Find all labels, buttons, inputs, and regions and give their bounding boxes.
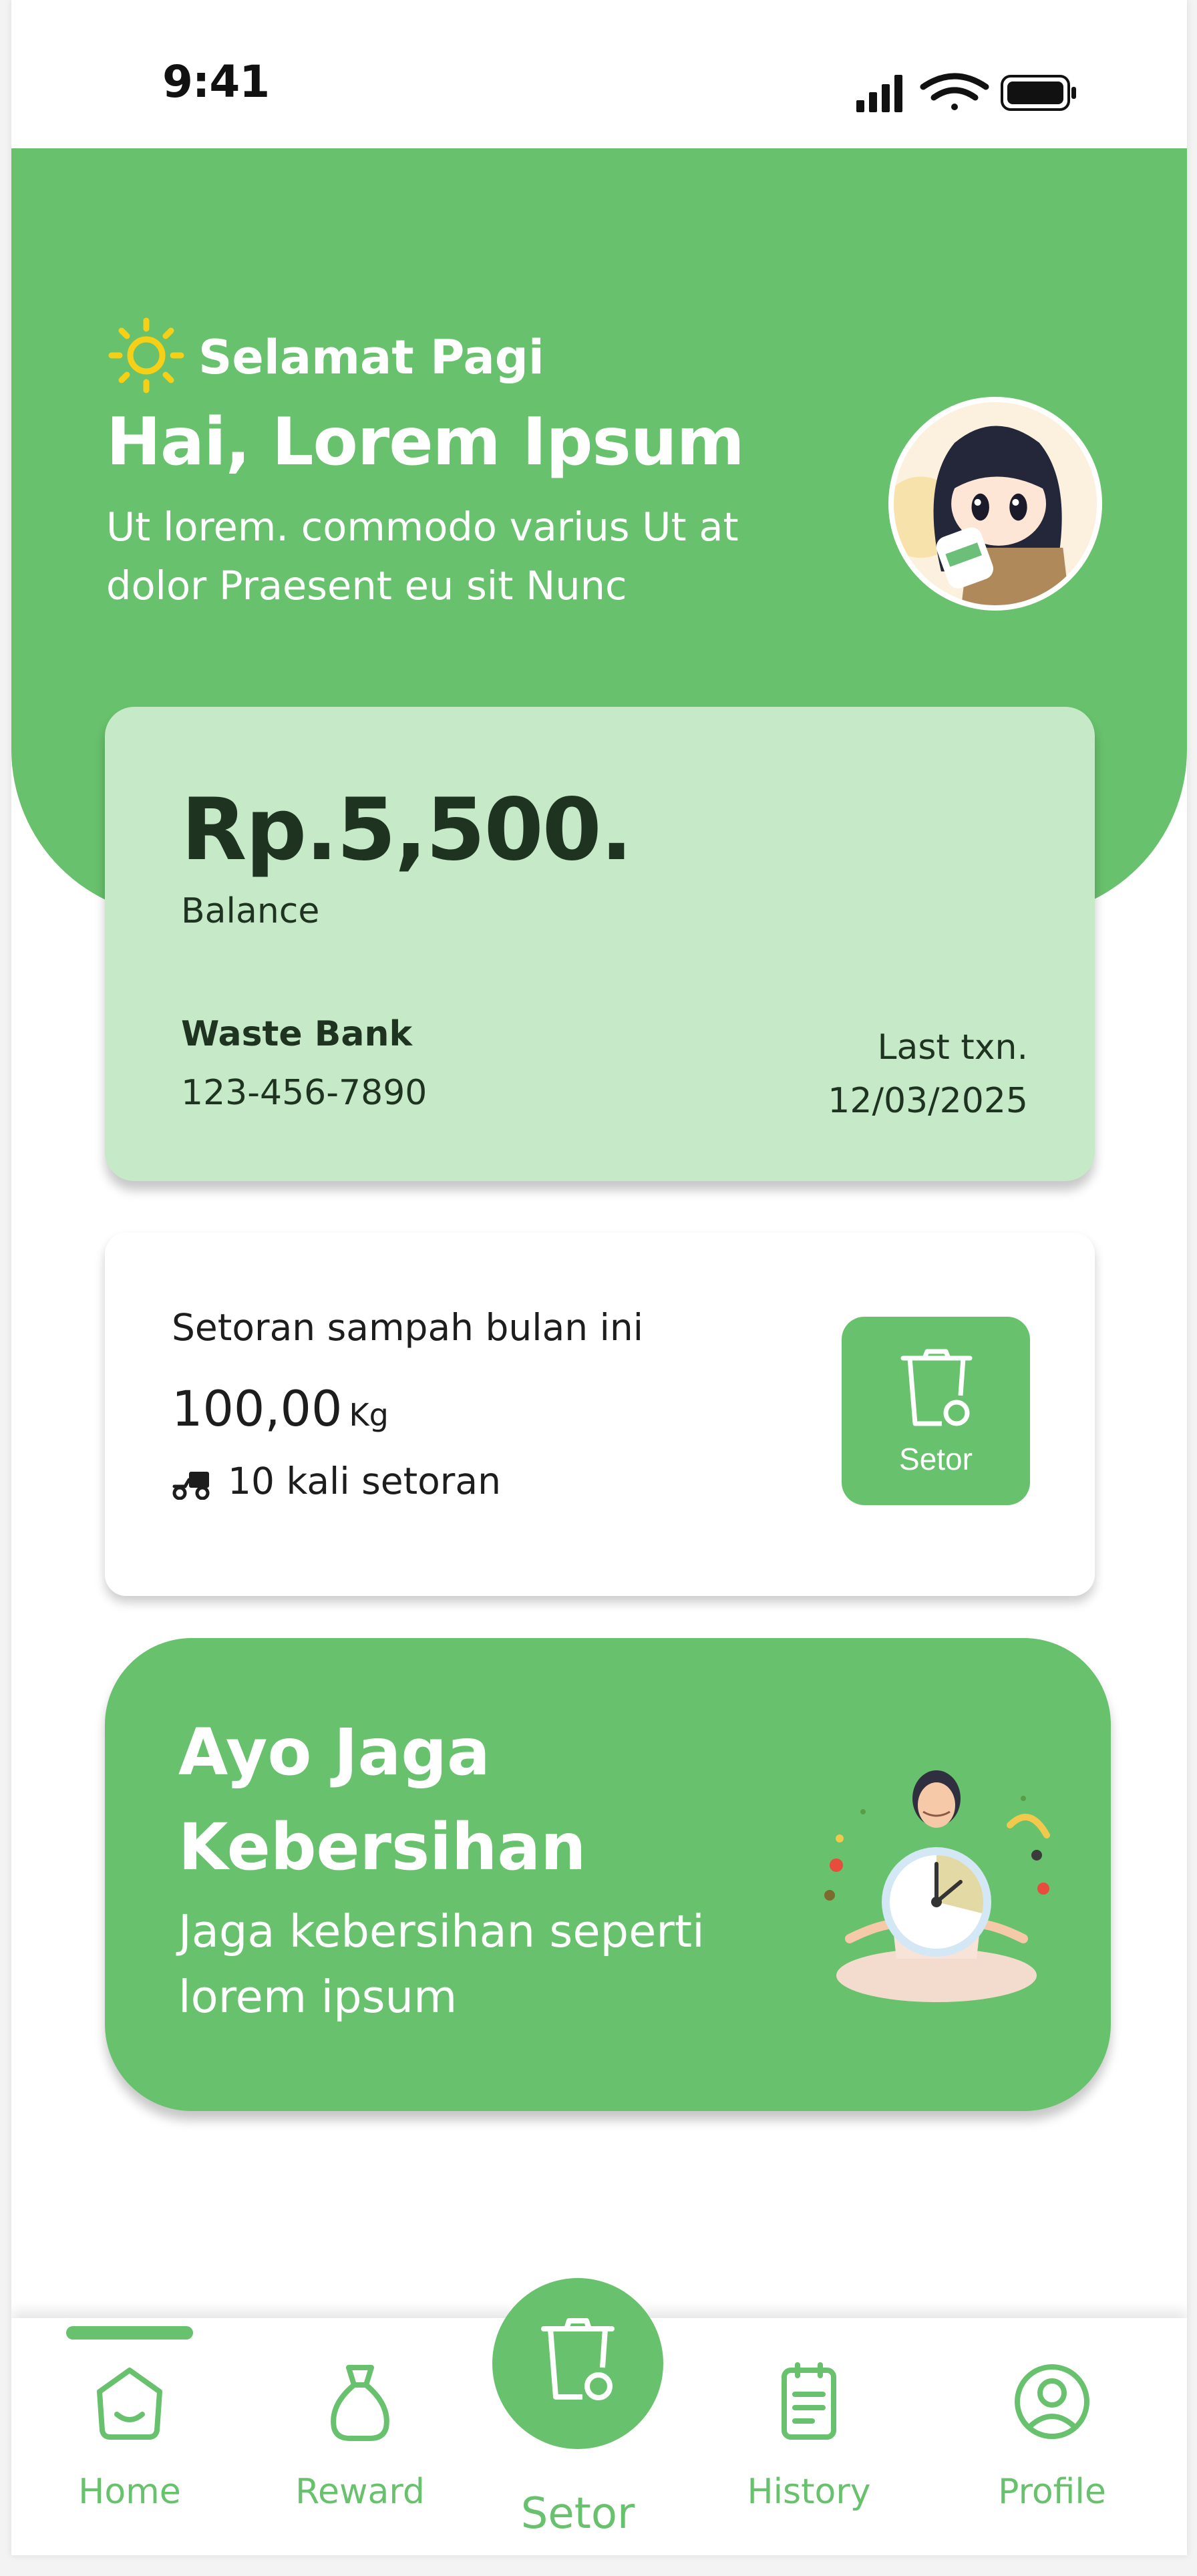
balance-label: Balance [181,891,320,931]
deposit-weight-value: 100,00 [172,1381,343,1438]
deposit-weight-unit: Kg [349,1397,389,1433]
nav-home[interactable]: Home [43,2358,216,2532]
nav-profile-label: Profile [998,2472,1106,2512]
bank-name: Waste Bank [181,1014,413,1054]
trash-bin-icon [900,1349,973,1426]
promo-title: Ayo Jaga Kebersihan [178,1715,586,1885]
greeting-salutation: Selamat Pagi [198,330,544,385]
trash-bin-icon [541,2318,615,2400]
account-number: 123-456-7890 [181,1073,428,1113]
nav-home-label: Home [78,2472,181,2512]
nav-history[interactable]: History [722,2358,896,2532]
user-circle-icon [1015,2364,1089,2439]
money-bag-icon [331,2365,389,2441]
nav-history-label: History [747,2472,871,2512]
sun-icon [108,317,184,393]
status-time: 9:41 [162,56,270,108]
balance-amount: Rp.5,500. [181,780,633,880]
greeting-subtitle: Ut lorem. commodo varius Ut at dolor Pra… [106,504,739,609]
promo-subtitle: Jaga kebersihan seperti lorem ipsum [178,1905,705,2023]
avatar-image [894,402,1097,605]
deposit-count: 10 kali setoran [228,1460,501,1502]
last-txn-label: Last txn. [877,1027,1029,1068]
cellular-signal-icon [856,75,902,112]
status-icons [856,73,1076,112]
nav-setor-label: Setor [520,2489,635,2539]
phone-screen: 9:41 Selamat Pagi Hai, Lorem Ipsum Ut lo… [11,0,1187,2555]
nav-profile[interactable]: Profile [965,2358,1139,2532]
nav-setor-button[interactable] [492,2278,663,2449]
promo-banner[interactable]: Ayo Jaga Kebersihan Jaga kebersihan sepe… [105,1638,1111,2111]
active-tab-indicator [66,2326,193,2340]
last-txn-date: 12/03/2025 [828,1081,1028,1121]
balance-card[interactable]: Rp.5,500. Balance Waste Bank 123-456-789… [105,707,1095,1181]
avatar[interactable] [888,397,1102,611]
status-bar: 9:41 [11,0,1187,148]
deposit-title: Setoran sampah bulan ini [172,1306,644,1349]
home-icon [97,2368,162,2440]
greeting-name: Hai, Lorem Ipsum [106,404,745,480]
deposit-weight: 100,00 Kg [172,1381,389,1438]
nav-reward[interactable]: Reward [273,2358,447,2532]
delivery-scooter-icon [172,1472,210,1500]
setor-button[interactable]: Setor [842,1317,1030,1505]
bottom-navigation: Home Reward Setor History Profile [11,2278,1187,2555]
battery-icon [1001,75,1076,111]
wifi-icon [920,73,989,110]
nav-reward-label: Reward [295,2472,425,2512]
meditation-clock-illustration [824,1770,1050,2002]
clipboard-list-icon [782,2362,836,2440]
monthly-deposit-card: Setoran sampah bulan ini 100,00 Kg 10 kal… [105,1233,1095,1596]
setor-button-label: Setor [899,1442,973,1476]
